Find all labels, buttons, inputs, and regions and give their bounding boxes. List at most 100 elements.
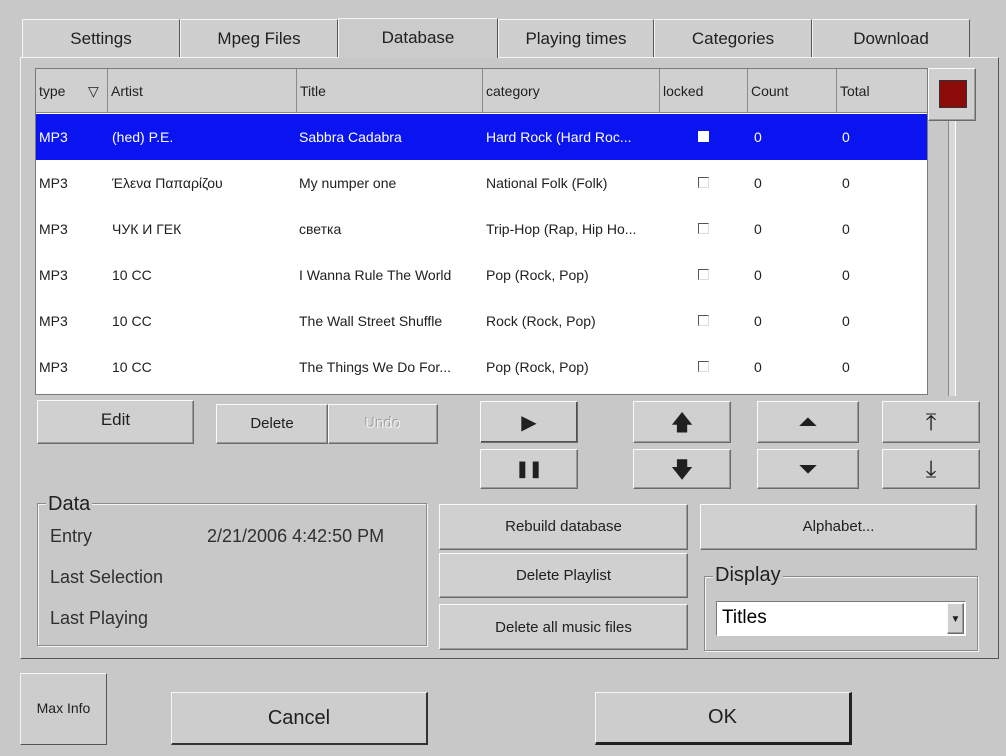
cell-type: MP3 xyxy=(39,129,68,145)
play-button[interactable]: ▶ xyxy=(480,401,578,443)
delete-button[interactable]: Delete xyxy=(216,404,328,444)
move-bottom-button[interactable]: ⤓ xyxy=(882,449,980,489)
delete-playlist-button[interactable]: Delete Playlist xyxy=(439,553,688,598)
cell-count: 0 xyxy=(754,267,762,283)
move-up-button[interactable]: 🡅 xyxy=(633,401,731,443)
cell-title: My numper one xyxy=(299,175,397,191)
cell-total: 0 xyxy=(842,129,850,145)
table-row[interactable]: MP3 Έλενα Παπαρίζου My numper one National … xyxy=(36,160,927,206)
table-row[interactable]: MP3 ЧУК И ГЕК светка Trip-Hop (Rap, Hip Ho.… xyxy=(36,206,927,252)
tab-download[interactable]: Download xyxy=(812,19,970,57)
rebuild-database-button[interactable]: Rebuild database xyxy=(439,504,688,550)
cell-artist: Έλενα Παπαρίζου xyxy=(112,175,223,191)
cell-category: Trip-Hop (Rap, Hip Ho... xyxy=(486,221,637,237)
max-info-button[interactable]: Max Info xyxy=(20,673,107,745)
column-header-count[interactable]: Count xyxy=(748,69,837,113)
sort-desc-icon: ▽ xyxy=(88,83,99,99)
cancel-button[interactable]: Cancel xyxy=(171,692,428,745)
undo-button[interactable]: Undo xyxy=(328,404,438,444)
cell-count: 0 xyxy=(754,313,762,329)
last-selection-label: Last Selection xyxy=(50,567,164,587)
cell-type: MP3 xyxy=(39,313,68,329)
move-top-button[interactable]: ⤒ xyxy=(882,401,980,443)
play-icon: ▶ xyxy=(521,412,537,434)
tab-mpeg-files[interactable]: Mpeg Files xyxy=(180,19,338,57)
locked-checkbox[interactable] xyxy=(698,315,709,326)
cell-type: MP3 xyxy=(39,359,68,375)
page-down-button[interactable]: ⏷ xyxy=(757,449,859,489)
column-header-total[interactable]: Total xyxy=(837,69,927,113)
ok-button[interactable]: OK xyxy=(595,692,852,745)
locked-checkbox[interactable] xyxy=(698,131,709,142)
table-row[interactable]: MP3 (hed) P.E. Sabbra Cadabra Hard Rock (Ha… xyxy=(36,114,927,160)
cell-title: I Wanna Rule The World xyxy=(299,267,452,283)
column-header-type[interactable]: type ▽ xyxy=(36,69,108,113)
cell-count: 0 xyxy=(754,221,762,237)
display-select-value: Titles xyxy=(722,607,767,628)
tab-settings[interactable]: Settings xyxy=(22,19,180,57)
double-arrow-up-icon: ⏶ xyxy=(798,409,818,436)
cell-title: Sabbra Cadabra xyxy=(299,129,402,145)
double-arrow-down-icon: ⏷ xyxy=(798,456,818,483)
delete-all-music-files-button[interactable]: Delete all music files xyxy=(439,604,688,650)
tracks-table: type ▽ Artist Title category locked Coun… xyxy=(35,68,928,395)
chevron-down-icon[interactable]: ▼ xyxy=(947,603,964,634)
cell-total: 0 xyxy=(842,221,850,237)
column-header-artist[interactable]: Artist xyxy=(108,69,297,113)
cell-count: 0 xyxy=(754,359,762,375)
cell-artist: 10 CC xyxy=(112,359,152,375)
entry-value: 2/21/2006 4:42:50 PM xyxy=(207,526,385,546)
display-group-title: Display xyxy=(713,564,783,587)
locked-checkbox[interactable] xyxy=(698,177,709,188)
locked-checkbox[interactable] xyxy=(698,269,709,280)
display-select[interactable]: Titles ▼ xyxy=(716,601,966,636)
cell-artist: 10 CC xyxy=(112,313,152,329)
pause-icon: ❚❚ xyxy=(515,461,543,478)
arrow-to-bottom-icon: ⤓ xyxy=(925,456,937,483)
cell-category: Pop (Rock, Pop) xyxy=(486,359,589,375)
cell-title: The Things We Do For... xyxy=(299,359,451,375)
cell-total: 0 xyxy=(842,267,850,283)
column-header-title[interactable]: Title xyxy=(297,69,483,113)
cell-count: 0 xyxy=(754,175,762,191)
cell-category: National Folk (Folk) xyxy=(486,175,608,191)
cell-type: MP3 xyxy=(39,221,68,237)
arrow-to-top-icon: ⤒ xyxy=(925,409,937,436)
cell-count: 0 xyxy=(754,129,762,145)
table-row[interactable]: MP3 10 CC The Wall Street Shuffle Rock (Roc… xyxy=(36,298,927,344)
cell-type: MP3 xyxy=(39,175,68,191)
table-row[interactable]: MP3 10 CC I Wanna Rule The World Pop (Rock,… xyxy=(36,252,927,298)
column-header-locked[interactable]: locked xyxy=(660,69,748,113)
alphabet-button[interactable]: Alphabet... xyxy=(700,504,977,550)
column-header-type-label: type xyxy=(39,83,66,99)
arrow-down-icon: 🡇 xyxy=(670,457,694,482)
data-group-title: Data xyxy=(46,493,93,516)
table-scrollbar[interactable] xyxy=(948,121,956,396)
stop-button[interactable] xyxy=(928,68,976,121)
column-header-category[interactable]: category xyxy=(483,69,660,113)
tab-playing-times[interactable]: Playing times xyxy=(498,19,654,57)
last-playing-label: Last Playing xyxy=(50,608,149,628)
table-row[interactable]: MP3 10 CC The Things We Do For... Pop (Rock… xyxy=(36,344,927,390)
arrow-up-icon: 🡅 xyxy=(670,410,694,435)
tab-categories[interactable]: Categories xyxy=(654,19,812,57)
tab-database[interactable]: Database xyxy=(338,18,498,58)
cell-title: светка xyxy=(299,221,342,237)
cell-total: 0 xyxy=(842,175,850,191)
cell-total: 0 xyxy=(842,359,850,375)
cell-type: MP3 xyxy=(39,267,68,283)
cell-artist: (hed) P.E. xyxy=(112,129,174,145)
cell-artist: ЧУК И ГЕК xyxy=(112,221,182,237)
cell-category: Hard Rock (Hard Roc... xyxy=(486,129,632,145)
locked-checkbox[interactable] xyxy=(698,223,709,234)
pause-button[interactable]: ❚❚ xyxy=(480,449,578,489)
locked-checkbox[interactable] xyxy=(698,361,709,372)
move-down-button[interactable]: 🡇 xyxy=(633,449,731,489)
stop-square-icon xyxy=(939,80,967,108)
edit-button[interactable]: Edit xyxy=(37,400,194,444)
page-up-button[interactable]: ⏶ xyxy=(757,401,859,443)
cell-category: Pop (Rock, Pop) xyxy=(486,267,589,283)
entry-label: Entry xyxy=(50,526,93,546)
cell-category: Rock (Rock, Pop) xyxy=(486,313,596,329)
cell-artist: 10 CC xyxy=(112,267,152,283)
